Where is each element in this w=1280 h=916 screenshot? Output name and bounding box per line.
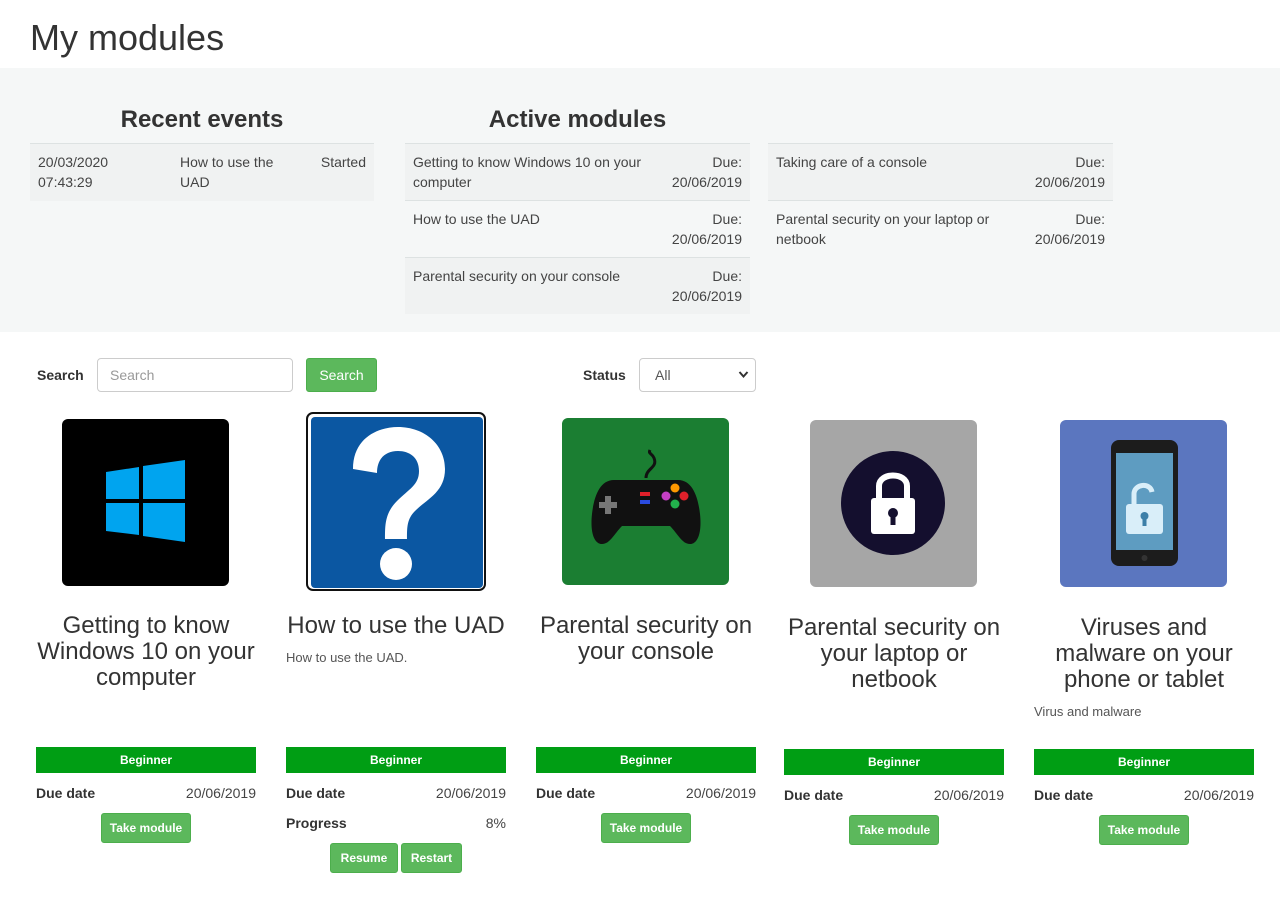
module-title-line: your console — [577, 638, 715, 665]
due-date-label: Due date — [36, 785, 96, 801]
active-module-due: Due: 20/06/2019 — [672, 266, 742, 306]
due-date-value: 20/06/2019 — [1183, 787, 1254, 803]
padlock-icon — [810, 451, 977, 591]
active-modules-heading: Active modules — [488, 106, 667, 133]
status-select[interactable]: All — [639, 358, 756, 392]
active-module-row[interactable]: How to use the UAD Due: 20/06/2019 — [405, 200, 750, 257]
due-date: 20/06/2019 — [671, 174, 742, 190]
recent-event-module-line2: UAD — [180, 174, 210, 190]
recent-event-row: 20/03/2020 07:43:29 How to use the UAD S… — [30, 143, 374, 201]
module-title-line: your laptop or — [820, 640, 968, 667]
module-image[interactable] — [1060, 420, 1227, 587]
module-image[interactable] — [306, 412, 486, 591]
recent-events-heading: Recent events — [120, 106, 284, 133]
search-input[interactable] — [97, 358, 293, 392]
module-title-line: Windows 10 on your — [37, 638, 255, 665]
level-badge: Beginner — [536, 747, 756, 773]
active-module-row[interactable]: Getting to know Windows 10 on your compu… — [405, 143, 750, 200]
restart-button[interactable]: Restart — [401, 843, 462, 873]
due-date: 20/06/2019 — [1034, 231, 1105, 247]
active-module-due: Due: 20/06/2019 — [1035, 209, 1105, 249]
filter-bar: Search Search Status All — [0, 358, 1280, 392]
search-label: Search — [37, 367, 84, 383]
take-module-button[interactable]: Take module — [101, 813, 191, 843]
due-date-label: Due date — [1034, 787, 1094, 803]
recent-event-date: 20/03/2020 — [38, 154, 109, 170]
module-card: How to use the UAD How to use the UAD. B… — [286, 412, 506, 882]
module-title-line: Parental security on — [787, 614, 1001, 641]
due-label: Due: — [1075, 154, 1105, 170]
module-card: Getting to know Windows 10 on your compu… — [36, 418, 256, 848]
take-module-button[interactable]: Take module — [849, 815, 939, 845]
module-title-line: Parental security on — [539, 612, 753, 639]
due-date-value: 20/06/2019 — [435, 785, 506, 801]
chevron-down-icon — [738, 359, 749, 404]
due-date: 20/06/2019 — [671, 231, 742, 247]
due-date-value: 20/06/2019 — [685, 785, 756, 801]
module-description: How to use the UAD. — [286, 650, 408, 665]
recent-event-time: 07:43:29 — [38, 174, 93, 190]
active-module-due: Due: 20/06/2019 — [672, 152, 742, 192]
module-title[interactable]: Parental security on your laptop or netb… — [784, 615, 1004, 693]
module-image[interactable] — [62, 419, 229, 586]
game-controller-icon — [562, 449, 729, 589]
status-label: Status — [583, 367, 626, 383]
level-badge: Beginner — [784, 749, 1004, 775]
module-title[interactable]: Viruses and malware on your phone or tab… — [1034, 615, 1254, 693]
active-module-row[interactable]: Parental security on your laptop or netb… — [768, 200, 1113, 257]
module-title-line: malware on your — [1055, 640, 1233, 667]
module-title[interactable]: Getting to know Windows 10 on your compu… — [36, 613, 256, 691]
module-card: Viruses and malware on your phone or tab… — [1034, 420, 1254, 850]
due-date-label: Due date — [536, 785, 596, 801]
active-module-row[interactable]: Parental security on your console Due: 20… — [405, 257, 750, 314]
module-card: Parental security on your laptop or netb… — [784, 420, 1004, 850]
status-selected-value: All — [655, 367, 671, 383]
due-label: Due: — [1075, 211, 1105, 227]
search-button[interactable]: Search — [306, 358, 377, 392]
module-description: Virus and malware — [1034, 704, 1142, 719]
module-title-line: netbook — [851, 666, 937, 693]
module-title-line: phone or tablet — [1063, 666, 1225, 693]
recent-event-module-line1: How to use the — [180, 154, 274, 170]
progress-value: 8% — [485, 815, 506, 831]
due-label: Due: — [712, 268, 742, 284]
windows-logo-icon — [62, 460, 229, 590]
active-module-row[interactable]: Taking care of a console Due: 20/06/2019 — [768, 143, 1113, 200]
module-title-line: How to use the UAD — [287, 612, 505, 639]
recent-event-status: Started — [320, 154, 366, 170]
progress-label: Progress — [286, 815, 347, 831]
module-image[interactable] — [810, 420, 977, 587]
module-image[interactable] — [562, 418, 729, 585]
take-module-button[interactable]: Take module — [1099, 815, 1189, 845]
module-title[interactable]: Parental security on your console — [536, 613, 756, 665]
page-title: My modules — [30, 17, 225, 58]
level-badge: Beginner — [36, 747, 256, 773]
level-badge: Beginner — [286, 747, 506, 773]
due-date: 20/06/2019 — [671, 288, 742, 304]
module-card: Parental security on your console Beginn… — [536, 418, 756, 848]
due-date-label: Due date — [286, 785, 346, 801]
due-date-value: 20/06/2019 — [933, 787, 1004, 803]
due-date: 20/06/2019 — [1034, 174, 1105, 190]
module-title-line: computer — [95, 664, 197, 691]
module-title[interactable]: How to use the UAD — [286, 613, 506, 639]
recent-event-datetime: 20/03/2020 07:43:29 — [38, 152, 108, 192]
active-module-due: Due: 20/06/2019 — [672, 209, 742, 249]
due-label: Due: — [712, 211, 742, 227]
take-module-button[interactable]: Take module — [601, 813, 691, 843]
phone-unlock-icon — [1060, 440, 1227, 591]
summary-panel: Recent events 20/03/2020 07:43:29 How to… — [0, 68, 1280, 332]
due-date-value: 20/06/2019 — [185, 785, 256, 801]
due-label: Due: — [712, 154, 742, 170]
resume-button[interactable]: Resume — [330, 843, 398, 873]
due-date-label: Due date — [784, 787, 844, 803]
module-title-line: Getting to know — [62, 612, 230, 639]
recent-event-module[interactable]: How to use the UAD — [180, 152, 273, 192]
question-mark-icon — [311, 417, 483, 588]
active-module-due: Due: 20/06/2019 — [1035, 152, 1105, 192]
module-title-line: Viruses and — [1080, 614, 1208, 641]
level-badge: Beginner — [1034, 749, 1254, 775]
